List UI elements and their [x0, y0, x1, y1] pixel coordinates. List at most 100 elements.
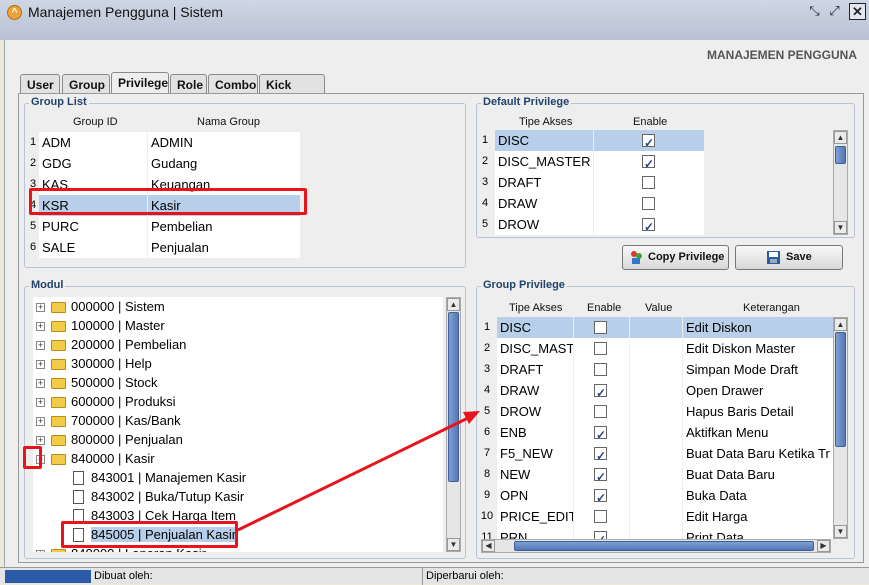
- table-row[interactable]: 9 OPN Buka Data: [479, 485, 833, 506]
- table-row[interactable]: 2 DISC_MASTER: [479, 151, 709, 172]
- expand-icon[interactable]: +: [36, 303, 45, 312]
- close-icon[interactable]: ✕: [849, 3, 866, 20]
- expand-icon[interactable]: +: [36, 550, 45, 552]
- scroll-down-icon[interactable]: ▼: [834, 525, 847, 538]
- value-cell[interactable]: [630, 464, 682, 485]
- tree-node[interactable]: +000000 | Sistem: [33, 298, 443, 317]
- table-row[interactable]: 1 ADM ADMIN: [27, 132, 302, 153]
- group-privilege-hscrollbar[interactable]: ◀ ▶: [481, 539, 831, 553]
- save-button[interactable]: Save: [735, 245, 843, 270]
- value-cell[interactable]: [630, 380, 682, 401]
- scroll-thumb[interactable]: [835, 332, 846, 447]
- table-row[interactable]: 1 DISC Edit Diskon: [479, 317, 833, 338]
- modul-scrollbar[interactable]: ▲ ▼: [446, 297, 461, 552]
- table-row[interactable]: 1 DISC: [479, 130, 709, 151]
- created-by-label: Dibuat oleh:: [94, 570, 153, 582]
- tipe-akses-cell: DISC: [497, 317, 573, 338]
- tree-node[interactable]: +500000 | Stock: [33, 374, 443, 393]
- tree-node[interactable]: +100000 | Master: [33, 317, 443, 336]
- default-privilege-scrollbar[interactable]: ▲ ▼: [833, 130, 848, 235]
- scroll-up-icon[interactable]: ▲: [834, 318, 847, 331]
- tree-node[interactable]: +600000 | Produksi: [33, 393, 443, 412]
- table-row[interactable]: 5 PURC Pembelian: [27, 216, 302, 237]
- table-row[interactable]: 4 DRAW Open Drawer: [479, 380, 833, 401]
- scroll-thumb[interactable]: [514, 541, 814, 551]
- copy-privilege-button[interactable]: Copy Privilege: [622, 245, 729, 270]
- expand-icon[interactable]: +: [36, 322, 45, 331]
- enable-checkbox[interactable]: [642, 154, 655, 172]
- table-row[interactable]: 6 SALE Penjualan: [27, 237, 302, 258]
- scroll-down-icon[interactable]: ▼: [834, 221, 847, 234]
- tree-node[interactable]: 843001 | Manajemen Kasir: [33, 469, 443, 488]
- enable-checkbox[interactable]: [594, 342, 607, 355]
- value-cell[interactable]: [630, 485, 682, 506]
- tree-node-label: 800000 | Penjualan: [71, 432, 183, 447]
- value-cell[interactable]: [630, 338, 682, 359]
- scroll-up-icon[interactable]: ▲: [447, 298, 460, 311]
- value-cell[interactable]: [630, 443, 682, 464]
- enable-checkbox[interactable]: [594, 488, 607, 506]
- enable-checkbox[interactable]: [642, 197, 655, 210]
- table-row[interactable]: 2 GDG Gudang: [27, 153, 302, 174]
- table-row[interactable]: 10 PRICE_EDIT Edit Harga: [479, 506, 833, 527]
- tab-privilege[interactable]: Privilege: [111, 72, 169, 94]
- table-row[interactable]: 3 DRAFT Simpan Mode Draft: [479, 359, 833, 380]
- tab-user[interactable]: User: [20, 74, 60, 94]
- scroll-thumb[interactable]: [448, 312, 459, 482]
- value-cell[interactable]: [630, 401, 682, 422]
- value-cell[interactable]: [630, 506, 682, 527]
- expand-icon[interactable]: +: [36, 417, 45, 426]
- expand-icon[interactable]: +: [36, 341, 45, 350]
- enable-checkbox[interactable]: [594, 383, 607, 401]
- group-privilege-vscrollbar[interactable]: ▲ ▼: [833, 317, 848, 539]
- maximize-icon[interactable]: ⤢: [826, 3, 843, 20]
- enable-cell: [594, 151, 704, 172]
- tab-group[interactable]: Group: [62, 74, 110, 94]
- enable-checkbox[interactable]: [594, 446, 607, 464]
- table-row[interactable]: 4 DRAW: [479, 193, 709, 214]
- scroll-up-icon[interactable]: ▲: [834, 131, 847, 144]
- enable-checkbox[interactable]: [594, 467, 607, 485]
- tree-node[interactable]: 843002 | Buka/Tutup Kasir: [33, 488, 443, 507]
- tree-node[interactable]: +200000 | Pembelian: [33, 336, 443, 355]
- table-row[interactable]: 6 ENB Aktifkan Menu: [479, 422, 833, 443]
- value-cell[interactable]: [630, 422, 682, 443]
- expand-icon[interactable]: +: [36, 360, 45, 369]
- expand-icon[interactable]: +: [36, 436, 45, 445]
- tree-node[interactable]: +700000 | Kas/Bank: [33, 412, 443, 431]
- value-cell[interactable]: [630, 317, 682, 338]
- table-row[interactable]: 8 NEW Buat Data Baru: [479, 464, 833, 485]
- enable-checkbox[interactable]: [594, 321, 607, 334]
- expand-icon[interactable]: +: [36, 398, 45, 407]
- tab-combo[interactable]: Combo: [208, 74, 258, 94]
- enable-checkbox[interactable]: [642, 217, 655, 235]
- scroll-right-icon[interactable]: ▶: [817, 540, 830, 552]
- tree-node[interactable]: −840000 | Kasir: [33, 450, 443, 469]
- tab-kick-user[interactable]: Kick User: [259, 74, 325, 106]
- enable-checkbox[interactable]: [594, 405, 607, 418]
- tree-node[interactable]: +800000 | Penjualan: [33, 431, 443, 450]
- scroll-thumb[interactable]: [835, 146, 846, 164]
- minimize-icon[interactable]: ⤡: [806, 3, 823, 20]
- table-row[interactable]: 5 DROW: [479, 214, 709, 235]
- tab-role[interactable]: Role: [170, 74, 207, 94]
- value-cell[interactable]: [630, 359, 682, 380]
- table-row[interactable]: 5 DROW Hapus Baris Detail: [479, 401, 833, 422]
- value-cell[interactable]: [630, 527, 682, 539]
- tree-node[interactable]: +300000 | Help: [33, 355, 443, 374]
- enable-checkbox[interactable]: [594, 425, 607, 443]
- table-row[interactable]: 11 PRN Print Data: [479, 527, 833, 539]
- table-row[interactable]: 7 F5_NEW Buat Data Baru Ketika Tr: [479, 443, 833, 464]
- save-label: Save: [786, 251, 812, 263]
- scroll-down-icon[interactable]: ▼: [447, 538, 460, 551]
- table-row[interactable]: 2 DISC_MAST Edit Diskon Master: [479, 338, 833, 359]
- enable-checkbox[interactable]: [594, 510, 607, 523]
- scroll-left-icon[interactable]: ◀: [482, 540, 495, 552]
- enable-checkbox[interactable]: [594, 363, 607, 376]
- expand-icon[interactable]: +: [36, 379, 45, 388]
- table-row[interactable]: 3 DRAFT: [479, 172, 709, 193]
- enable-checkbox[interactable]: [642, 176, 655, 189]
- enable-checkbox[interactable]: [594, 530, 607, 539]
- window-content: MANAJEMEN PENGGUNA User Group Privilege …: [4, 40, 869, 567]
- enable-checkbox[interactable]: [642, 133, 655, 151]
